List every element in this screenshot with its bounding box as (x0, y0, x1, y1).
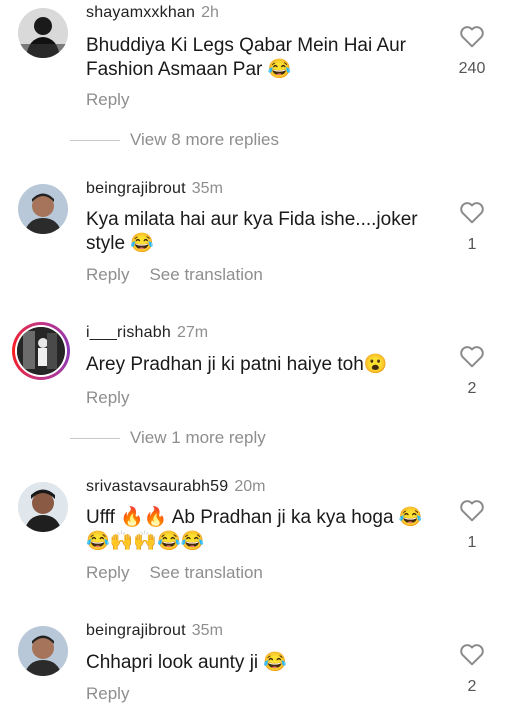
comment-time: 20m (234, 478, 266, 495)
comment-time: 35m (191, 622, 223, 639)
reply-button[interactable]: Reply (86, 563, 129, 582)
view-replies-label[interactable]: View 1 more reply (130, 428, 266, 447)
comment-text: Bhuddiya Ki Legs Qabar Mein Hai Aur Fash… (86, 35, 407, 80)
divider-line (70, 438, 120, 440)
like-count: 1 (467, 534, 477, 551)
comment-username[interactable]: beingrajibrout (86, 622, 186, 639)
comment-text: Ufff 🔥🔥 Ab Pradhan ji ka kya hoga 😂😂🙌🙌😂😂 (86, 507, 423, 552)
reply-button[interactable]: Reply (86, 265, 129, 284)
comment-username[interactable]: shayamxxkhan (86, 4, 195, 21)
heart-outline-icon[interactable] (454, 200, 490, 224)
like-count: 240 (458, 60, 486, 77)
heart-outline-icon[interactable] (454, 344, 490, 368)
see-translation-button[interactable]: See translation (149, 563, 262, 582)
like-count: 1 (467, 236, 477, 253)
comment-text: Kya milata hai aur kya Fida ishe....joke… (86, 209, 418, 254)
comment-time: 27m (176, 324, 209, 341)
reply-button[interactable]: Reply (86, 388, 129, 407)
avatar[interactable] (18, 184, 68, 234)
like-count: 2 (467, 678, 477, 695)
avatar-story-ring[interactable] (12, 322, 70, 380)
heart-outline-icon[interactable] (454, 498, 490, 522)
heart-outline-icon[interactable] (454, 24, 490, 48)
comment-text: Arey Pradhan ji ki patni haiye toh😮 (86, 354, 388, 375)
heart-outline-icon[interactable] (454, 642, 490, 666)
reply-button[interactable]: Reply (86, 684, 129, 703)
comment-username[interactable]: srivastavsaurabh59 (86, 478, 228, 495)
comment-username[interactable]: beingrajibrout (86, 180, 186, 197)
comment-time: 2h (201, 4, 219, 21)
comment-time: 35m (191, 180, 223, 197)
avatar[interactable] (18, 482, 68, 532)
view-replies-label[interactable]: View 8 more replies (130, 130, 279, 149)
avatar[interactable] (18, 8, 68, 58)
divider-line (70, 140, 120, 142)
like-count: 2 (467, 380, 477, 397)
view-replies[interactable]: View 1 more reply (70, 428, 266, 448)
avatar[interactable] (18, 626, 68, 676)
view-replies[interactable]: View 8 more replies (70, 130, 279, 150)
reply-button[interactable]: Reply (86, 90, 129, 109)
comment-username[interactable]: i___rishabh (86, 324, 171, 341)
see-translation-button[interactable]: See translation (149, 265, 262, 284)
comment-text: Chhapri look aunty ji 😂 (86, 652, 288, 673)
